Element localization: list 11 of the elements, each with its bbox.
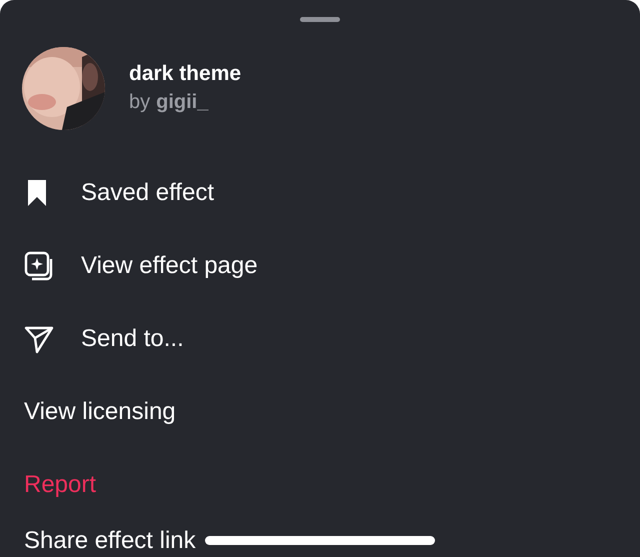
drag-handle[interactable] [300, 17, 340, 22]
menu-item[interactable]: Report [24, 470, 96, 500]
sparkle-square-icon [24, 250, 54, 280]
effect-title: dark theme [129, 61, 242, 87]
menu-item[interactable]: View licensing [24, 396, 176, 426]
menu-item[interactable]: Share effect link [24, 526, 196, 556]
menu-item[interactable]: Saved effect [81, 178, 214, 208]
menu-item[interactable]: Send to... [81, 324, 184, 354]
by-label: by [129, 90, 150, 115]
author-link[interactable]: gigii_ [156, 88, 208, 116]
menu-item[interactable]: View effect page [81, 250, 258, 280]
